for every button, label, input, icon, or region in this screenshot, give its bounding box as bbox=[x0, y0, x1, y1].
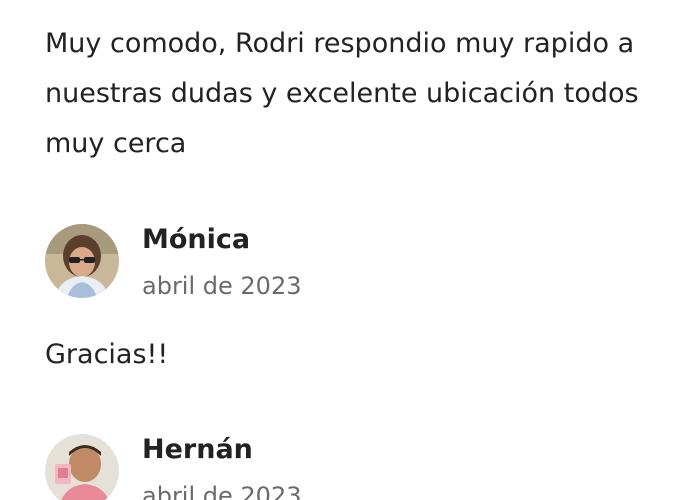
reviewer-header: Hernán abril de 2023 bbox=[45, 432, 645, 500]
reviewer-name: Hernán bbox=[142, 434, 253, 465]
avatar-photo-icon bbox=[45, 434, 119, 500]
review-text: Gracias!! bbox=[45, 339, 169, 370]
review-date: abril de 2023 bbox=[142, 482, 302, 500]
reviewer-header: Mónica abril de 2023 bbox=[45, 222, 645, 300]
review-text: Muy comodo, Rodri respondio muy rapido a… bbox=[45, 28, 639, 159]
avatar-photo-icon bbox=[45, 224, 119, 298]
reviewer-avatar[interactable] bbox=[45, 434, 119, 500]
reviewer-name: Mónica bbox=[142, 224, 251, 255]
review-date: abril de 2023 bbox=[142, 272, 302, 300]
reviewer-avatar[interactable] bbox=[45, 224, 119, 298]
